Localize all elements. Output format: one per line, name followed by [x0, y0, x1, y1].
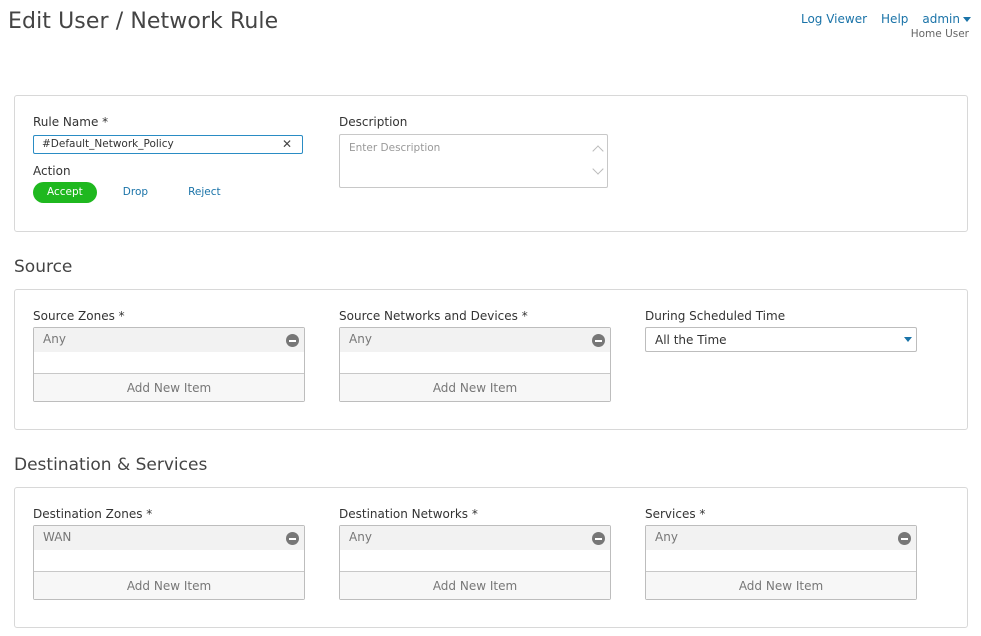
- list-item-label: Any: [43, 332, 66, 346]
- top-nav: Log Viewer Help admin: [801, 12, 971, 26]
- source-zones-label: Source Zones *: [33, 309, 125, 323]
- add-new-item-button[interactable]: Add New Item: [340, 571, 610, 599]
- rule-name-value: #Default_Network_Policy: [42, 138, 174, 150]
- add-new-item-button[interactable]: Add New Item: [34, 373, 304, 401]
- list-item: Any: [340, 328, 610, 352]
- help-link[interactable]: Help: [881, 12, 908, 26]
- description-label: Description: [339, 115, 408, 129]
- schedule-label: During Scheduled Time: [645, 309, 786, 323]
- remove-icon[interactable]: [286, 532, 299, 545]
- log-viewer-link[interactable]: Log Viewer: [801, 12, 867, 26]
- source-section-title: Source: [14, 257, 73, 277]
- remove-icon[interactable]: [592, 532, 605, 545]
- destination-zones-list: WAN Add New Item: [33, 525, 305, 600]
- source-zones-list: Any Add New Item: [33, 327, 305, 402]
- list-item: Any: [34, 328, 304, 352]
- clear-icon[interactable]: ✕: [282, 136, 292, 153]
- add-new-item-button[interactable]: Add New Item: [340, 373, 610, 401]
- scroll-up-icon[interactable]: [592, 145, 604, 157]
- remove-icon[interactable]: [286, 334, 299, 347]
- list-item: WAN: [34, 526, 304, 550]
- caret-down-icon: [963, 16, 971, 22]
- scroll-down-icon[interactable]: [592, 163, 604, 175]
- remove-icon[interactable]: [898, 532, 911, 545]
- chevron-down-icon: [904, 337, 912, 342]
- add-new-item-button[interactable]: Add New Item: [646, 571, 916, 599]
- destination-section-title: Destination & Services: [14, 455, 208, 475]
- source-networks-label: Source Networks and Devices *: [339, 309, 528, 323]
- action-label: Action: [33, 164, 71, 178]
- add-new-item-button[interactable]: Add New Item: [34, 571, 304, 599]
- source-networks-list: Any Add New Item: [339, 327, 611, 402]
- schedule-value: All the Time: [655, 333, 727, 347]
- action-group: Accept Drop Reject: [33, 182, 247, 203]
- list-item-label: Any: [349, 530, 372, 544]
- rule-name-input[interactable]: #Default_Network_Policy ✕: [33, 135, 303, 154]
- services-label: Services *: [645, 507, 706, 521]
- services-list: Any Add New Item: [645, 525, 917, 600]
- list-item-label: Any: [655, 530, 678, 544]
- accept-button[interactable]: Accept: [33, 182, 97, 203]
- user-role: Home User: [910, 28, 969, 40]
- description-textarea[interactable]: Enter Description: [339, 134, 608, 188]
- user-menu-label: admin: [922, 12, 960, 26]
- destination-networks-list: Any Add New Item: [339, 525, 611, 600]
- drop-button[interactable]: Drop: [109, 182, 162, 203]
- list-item: Any: [340, 526, 610, 550]
- reject-button[interactable]: Reject: [174, 182, 235, 203]
- schedule-select[interactable]: All the Time: [645, 327, 917, 352]
- list-item-label: Any: [349, 332, 372, 346]
- list-item-label: WAN: [43, 530, 72, 544]
- remove-icon[interactable]: [592, 334, 605, 347]
- description-placeholder: Enter Description: [349, 142, 441, 154]
- destination-zones-label: Destination Zones *: [33, 507, 153, 521]
- rule-name-label: Rule Name *: [33, 115, 109, 129]
- destination-networks-label: Destination Networks *: [339, 507, 478, 521]
- user-menu[interactable]: admin: [922, 12, 971, 26]
- page-title: Edit User / Network Rule: [8, 9, 279, 34]
- list-item: Any: [646, 526, 916, 550]
